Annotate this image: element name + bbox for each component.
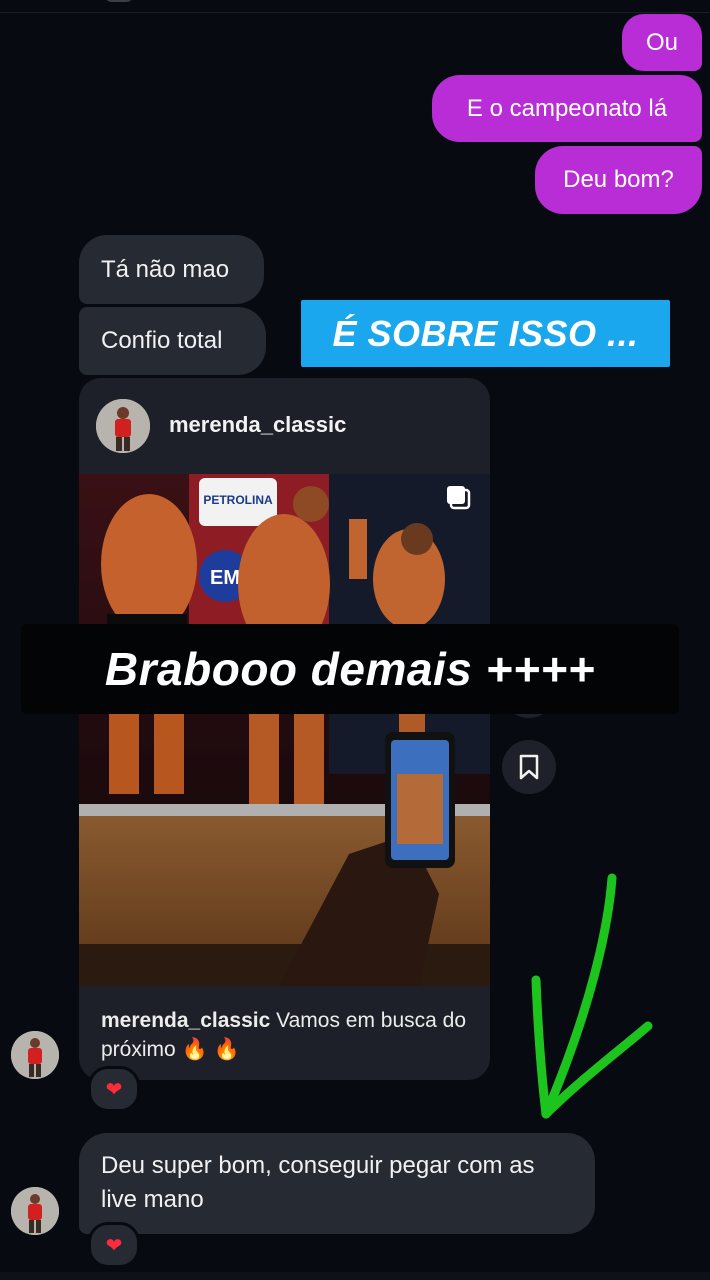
message-out-ou[interactable]: Ou (622, 14, 702, 71)
post-header[interactable]: merenda_classic (79, 378, 490, 474)
post-media-image[interactable]: PETROLINA EM (79, 474, 490, 986)
message-in-ta-nao[interactable]: Tá não mao (79, 235, 264, 304)
bottom-edge (0, 1272, 710, 1280)
caption-username[interactable]: merenda_classic (101, 1009, 270, 1032)
story-text-sticker-blue: É SOBRE ISSO ... (301, 300, 670, 367)
top-avatar-edge (104, 0, 134, 2)
message-out-deu-bom[interactable]: Deu bom? (535, 146, 702, 214)
message-in-confio[interactable]: Confio total (79, 307, 266, 375)
story-text-sticker-black: Brabooo demais ++++ (21, 624, 679, 714)
banner-text: PETROLINA (203, 493, 273, 507)
green-arrow-icon (531, 873, 653, 1119)
shared-post-card[interactable]: merenda_classic PETROLINA EM merenda_cla… (79, 378, 490, 1080)
sender-avatar-2[interactable] (11, 1187, 59, 1235)
top-divider (0, 12, 710, 13)
message-out-campeonato[interactable]: E o campeonato lá (432, 75, 702, 142)
post-caption: merenda_classic Vamos em busca do próxim… (101, 1006, 471, 1064)
heart-icon: ❤ (105, 1234, 123, 1257)
post-username[interactable]: merenda_classic (169, 412, 346, 438)
heart-reaction-post[interactable]: ❤ (88, 1066, 140, 1112)
message-in-deu-super-bom[interactable]: Deu super bom, conseguir pegar com as li… (79, 1133, 595, 1234)
post-author-avatar[interactable] (96, 399, 150, 453)
banner-sub: EM (210, 567, 240, 589)
bookmark-icon (519, 754, 539, 780)
heart-reaction-message[interactable]: ❤ (88, 1222, 140, 1268)
sender-avatar[interactable] (11, 1031, 59, 1079)
heart-icon: ❤ (105, 1078, 123, 1101)
save-post-button[interactable] (502, 740, 556, 794)
